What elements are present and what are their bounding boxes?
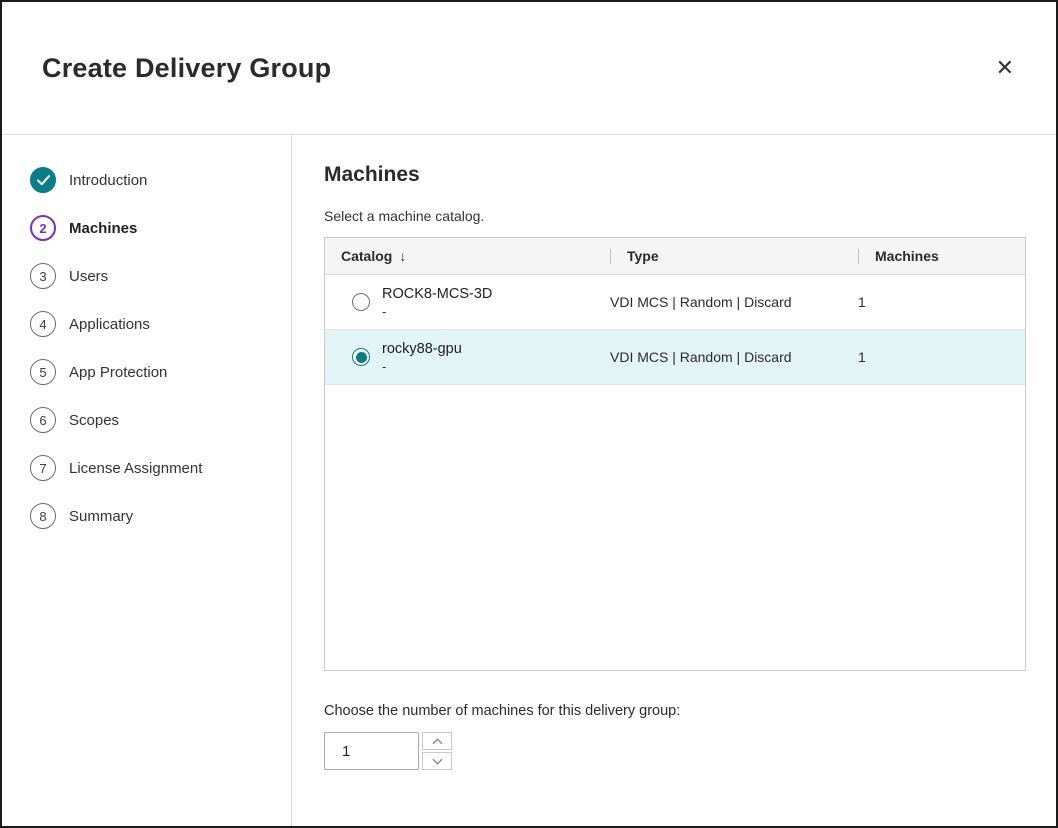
column-header-catalog[interactable]: Catalog ↓ [325, 248, 610, 264]
step-number: 4 [30, 311, 56, 337]
decrement-button[interactable] [422, 752, 452, 770]
machine-catalog-table: Catalog ↓ Type Machines [324, 237, 1026, 671]
main-content: Machines Select a machine catalog. Catal… [292, 135, 1056, 826]
step-app-protection[interactable]: 5 App Protection [30, 359, 291, 385]
wizard-steps-sidebar: Introduction 2 Machines 3 Users 4 Applic… [2, 135, 292, 826]
step-number: 3 [30, 263, 56, 289]
sort-descending-icon[interactable]: ↓ [399, 248, 406, 264]
machine-count-stepper [324, 732, 1026, 770]
catalog-name: rocky88-gpu [382, 341, 462, 357]
step-number: 7 [30, 455, 56, 481]
dialog-body: Introduction 2 Machines 3 Users 4 Applic… [2, 135, 1056, 826]
step-label: Scopes [69, 412, 119, 429]
catalog-type: VDI MCS | Random | Discard [610, 349, 858, 365]
step-label: Users [69, 268, 108, 285]
step-number: 5 [30, 359, 56, 385]
step-label: Machines [69, 220, 137, 237]
catalog-type: VDI MCS | Random | Discard [610, 294, 858, 310]
catalog-machine-count: 1 [858, 294, 1025, 310]
column-divider [610, 249, 611, 264]
dialog-header: Create Delivery Group ✕ [2, 2, 1056, 135]
machine-count-label: Choose the number of machines for this d… [324, 703, 1026, 719]
step-summary[interactable]: 8 Summary [30, 503, 291, 529]
step-number: 8 [30, 503, 56, 529]
step-applications[interactable]: 4 Applications [30, 311, 291, 337]
catalog-machine-count: 1 [858, 349, 1025, 365]
step-label: License Assignment [69, 460, 202, 477]
table-header: Catalog ↓ Type Machines [325, 238, 1025, 275]
step-scopes[interactable]: 6 Scopes [30, 407, 291, 433]
dialog-title: Create Delivery Group [42, 53, 331, 84]
column-label: Machines [875, 248, 939, 264]
machine-count-input[interactable] [324, 732, 419, 770]
radio-selected[interactable] [352, 348, 370, 366]
radio-unselected[interactable] [352, 293, 370, 311]
step-label: Introduction [69, 172, 147, 189]
table-empty-area [325, 385, 1025, 670]
step-number: 6 [30, 407, 56, 433]
step-label: App Protection [69, 364, 167, 381]
column-label: Catalog [341, 248, 392, 264]
column-divider [858, 249, 859, 264]
step-machines[interactable]: 2 Machines [30, 215, 291, 241]
increment-button[interactable] [422, 732, 452, 750]
column-header-machines[interactable]: Machines [858, 248, 1025, 264]
close-icon[interactable]: ✕ [996, 57, 1014, 79]
page-title: Machines [324, 163, 1026, 187]
stepper-buttons [422, 732, 452, 770]
catalog-detail: - [382, 359, 462, 374]
catalog-name: ROCK8-MCS-3D [382, 286, 492, 302]
step-label: Summary [69, 508, 133, 525]
step-license-assignment[interactable]: 7 License Assignment [30, 455, 291, 481]
instruction-text: Select a machine catalog. [324, 208, 1026, 224]
column-header-type[interactable]: Type [610, 248, 858, 264]
step-users[interactable]: 3 Users [30, 263, 291, 289]
check-icon [30, 167, 56, 193]
table-row[interactable]: ROCK8-MCS-3D - VDI MCS | Random | Discar… [325, 275, 1025, 330]
step-number: 2 [30, 215, 56, 241]
column-label: Type [627, 248, 659, 264]
step-introduction[interactable]: Introduction [30, 167, 291, 193]
table-row-selected[interactable]: rocky88-gpu - VDI MCS | Random | Discard… [325, 330, 1025, 385]
step-label: Applications [69, 316, 150, 333]
catalog-detail: - [382, 304, 492, 319]
create-delivery-group-dialog: Create Delivery Group ✕ Introduction 2 M… [0, 0, 1058, 828]
